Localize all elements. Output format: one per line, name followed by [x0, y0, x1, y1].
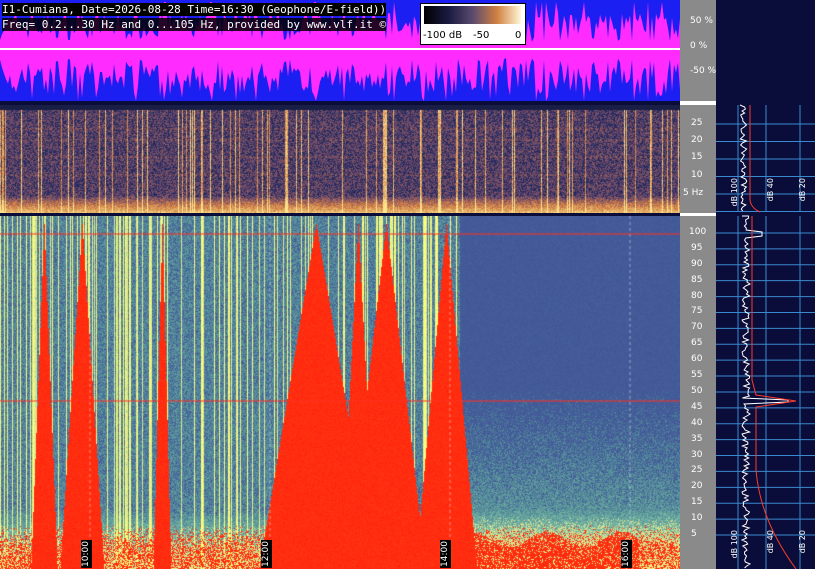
low-freq-axis-tick: 15 — [691, 152, 703, 162]
spectrum-profile-panel — [716, 0, 815, 569]
freq-axis-tick: 65 — [691, 338, 703, 349]
spectrogram-low-canvas — [0, 105, 680, 213]
spectrogram-figure: I1-Cumiana, Date=2026-08-28 Time=16:30 (… — [0, 0, 815, 569]
freq-axis-tick: 100 — [689, 227, 707, 237]
waveform-axis-tick: 0 % — [690, 41, 708, 51]
profile-db-label: dB 40 — [766, 530, 775, 554]
freq-axis-tick: 10 — [691, 513, 703, 524]
waveform-axis-tick: 50 % — [690, 16, 713, 26]
profile-db-label: dB 40 — [766, 178, 775, 202]
time-mark: 16:00 — [621, 540, 632, 568]
freq-axis-tick: 75 — [691, 306, 703, 317]
time-mark: 12:00 — [261, 540, 272, 568]
freq-axis-tick: 45 — [691, 401, 703, 412]
low-freq-axis-tick: 10 — [691, 170, 703, 180]
freq-axis-tick: 30 — [691, 449, 703, 460]
freq-axis-tick: 85 — [691, 274, 703, 285]
spectrum-profile-plot — [716, 104, 815, 569]
freq-axis-tick: 90 — [691, 258, 703, 269]
profile-avg-trace — [751, 216, 797, 569]
colorbar: -100 dB -50 0 — [420, 3, 526, 45]
freq-axis-tick: 70 — [691, 322, 703, 333]
time-mark: 14:00 — [440, 540, 451, 568]
freq-axis-tick: 15 — [691, 497, 703, 508]
waveform-axis-tick: -50 % — [690, 66, 717, 76]
freq-axis-tick: 80 — [691, 290, 703, 301]
freq-axis-tick: 35 — [691, 433, 703, 444]
freq-axis-tick: 25 — [691, 465, 703, 476]
freq-axis-tick: 40 — [691, 417, 703, 428]
low-freq-axis-tick: 5 Hz — [683, 188, 704, 198]
colorbar-label-min: -100 dB — [423, 30, 463, 41]
freq-axis-tick: 20 — [691, 481, 703, 492]
header-subtitle: Freq= 0.2...30 Hz and 0...105 Hz, provid… — [2, 18, 387, 31]
profile-db-label: dB 100 — [730, 178, 739, 207]
profile-db-label: dB 100 — [730, 530, 739, 559]
freq-axis-tick: 95 — [691, 242, 703, 253]
freq-axis-tick: 5 — [691, 529, 697, 539]
spectrogram-low-freq — [0, 105, 680, 213]
freq-axis-tick: 55 — [691, 370, 703, 381]
low-freq-axis-tick: 20 — [691, 135, 703, 145]
profile-db-label: dB 20 — [798, 178, 807, 202]
profile-db-label: dB 20 — [798, 530, 807, 554]
profile-trace — [739, 104, 748, 212]
axis-divider — [680, 101, 716, 105]
waveform-envelope — [0, 2, 680, 101]
spectrogram-main — [0, 216, 680, 569]
low-freq-axis-tick: 25 — [691, 118, 703, 128]
time-mark: 10:00 — [81, 540, 92, 568]
colorbar-gradient — [424, 6, 521, 24]
freq-axis-tick: 50 — [691, 385, 703, 396]
spectrogram-main-canvas — [0, 216, 680, 569]
header-title: I1-Cumiana, Date=2026-08-28 Time=16:30 (… — [2, 3, 387, 16]
colorbar-label-max: 0 — [515, 30, 522, 41]
colorbar-label-mid: -50 — [473, 30, 490, 41]
freq-axis-tick: 60 — [691, 354, 703, 365]
axis-divider — [680, 213, 716, 216]
